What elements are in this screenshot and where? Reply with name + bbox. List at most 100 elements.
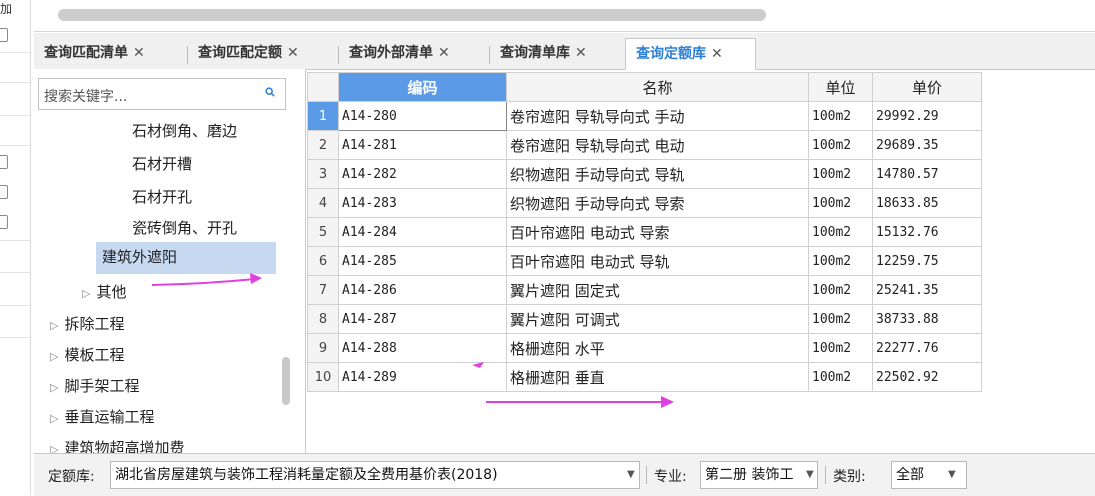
table-row[interactable]: 8 A14-287 翼片遮阳 可调式 100m2 38733.88 [307,304,982,334]
cell-unit[interactable]: 100m2 [808,188,873,218]
tree-item[interactable]: ▷ 脚手架工程 [50,375,139,396]
chevron-down-icon[interactable]: ▼ [627,469,635,480]
cell-unit[interactable]: 100m2 [808,217,873,247]
tab-query-match-quota[interactable]: 查询匹配定额 ✕ [188,38,299,68]
expand-arrow-icon[interactable]: ▷ [50,381,58,394]
expand-arrow-icon[interactable]: ▷ [82,287,90,300]
cell-code[interactable]: A14-285 [338,246,507,276]
cell-name[interactable]: 织物遮阳 手动导向式 导索 [506,188,809,218]
cell-code[interactable]: A14-287 [338,304,507,334]
horizontal-scrollbar[interactable] [58,9,766,21]
column-header-name[interactable]: 名称 [506,72,809,102]
table-row[interactable]: 3 A14-282 织物遮阳 手动导向式 导轨 100m2 14780.57 [307,159,982,189]
chevron-down-icon[interactable]: ▼ [806,469,814,480]
cell-name[interactable]: 织物遮阳 手动导向式 导轨 [506,159,809,189]
major-select[interactable]: 第二册 装饰工 [700,461,818,489]
cell-code[interactable]: A14-289 [338,362,507,392]
expand-arrow-icon[interactable]: ▷ [50,443,58,453]
column-header-price[interactable]: 单价 [872,72,982,102]
table-row[interactable]: 5 A14-284 百叶帘遮阳 电动式 导索 100m2 15132.76 [307,217,982,247]
cell-price[interactable]: 22502.92 [872,362,982,392]
chevron-down-icon[interactable]: ▼ [948,469,956,480]
column-header-code[interactable]: 编码 [338,72,507,102]
expand-arrow-icon[interactable]: ▷ [50,412,58,425]
table-row[interactable]: 1 A14-280 卷帘遮阳 导轨导向式 手动 100m2 29992.29 [307,101,982,131]
tab-query-external-list[interactable]: 查询外部清单 ✕ [339,38,450,68]
table-row[interactable]: 2 A14-281 卷帘遮阳 导轨导向式 电动 100m2 29689.35 [307,130,982,160]
search-icon[interactable] [265,87,275,97]
tree-item[interactable]: ▷ 建筑物超高增加费 [50,437,184,453]
tree-item-label: 石材开孔 [132,188,193,206]
tree-item[interactable]: ▷ 垂直运输工程 [50,406,154,427]
tree-item[interactable]: ▷ 模板工程 [50,344,124,365]
cell-name[interactable]: 卷帘遮阳 导轨导向式 手动 [506,101,809,131]
cell-name[interactable]: 百叶帘遮阳 电动式 导索 [506,217,809,247]
cell-code[interactable]: A14-283 [338,188,507,218]
tree-item-selected[interactable]: 建筑外遮阳 [96,242,276,274]
tree-item[interactable]: ▷ 拆除工程 [50,313,124,334]
cell-name[interactable]: 翼片遮阳 固定式 [506,275,809,305]
tree-item-label: 石材开槽 [132,155,193,173]
table-row[interactable]: 4 A14-283 织物遮阳 手动导向式 导索 100m2 18633.85 [307,188,982,218]
cell-price[interactable]: 12259.75 [872,246,982,276]
cell-unit[interactable]: 100m2 [808,275,873,305]
tree-item[interactable]: 瓷砖倒角、开孔 [132,217,237,238]
close-icon[interactable]: ✕ [133,45,145,61]
cell-price[interactable]: 29689.35 [872,130,982,160]
vertical-scrollbar[interactable] [282,357,290,405]
column-header-unit[interactable]: 单位 [808,72,873,102]
cell-price[interactable]: 18633.85 [872,188,982,218]
tab-query-list-library[interactable]: 查询清单库 ✕ [490,38,587,68]
tab-query-match-list[interactable]: 查询匹配清单 ✕ [34,38,145,68]
cell-name[interactable]: 格栅遮阳 水平 [506,333,809,363]
cell-code[interactable]: A14-280 [338,101,507,131]
close-icon[interactable]: ✕ [711,46,723,62]
expand-arrow-icon[interactable]: ▷ [50,350,58,363]
cell-price[interactable]: 29992.29 [872,101,982,131]
close-icon[interactable]: ✕ [287,45,299,61]
cell-code[interactable]: A14-286 [338,275,507,305]
expand-arrow-icon[interactable]: ▷ [50,319,58,332]
tree-item[interactable]: 石材开孔 [132,186,192,207]
cell-name[interactable]: 卷帘遮阳 导轨导向式 电动 [506,130,809,160]
search-input[interactable]: 搜索关键字... [38,78,286,110]
left-strip-checkbox[interactable] [0,185,8,199]
cell-unit[interactable]: 100m2 [808,362,873,392]
cell-unit[interactable]: 100m2 [808,333,873,363]
tab-query-quota-library[interactable]: 查询定额库 ✕ [625,38,756,70]
cell-code[interactable]: A14-281 [338,130,507,160]
cell-code[interactable]: A14-288 [338,333,507,363]
table-row[interactable]: 9 A14-288 格栅遮阳 水平 100m2 22277.76 [307,333,982,363]
table-row[interactable]: 6 A14-285 百叶帘遮阳 电动式 导轨 100m2 12259.75 [307,246,982,276]
table-row[interactable]: 10 A14-289 格栅遮阳 垂直 100m2 22502.92 [307,362,982,392]
tree-item[interactable]: 石材倒角、磨边 [132,120,237,141]
cell-price[interactable]: 22277.76 [872,333,982,363]
tree-item[interactable]: 石材开槽 [132,153,192,174]
cell-name[interactable]: 百叶帘遮阳 电动式 导轨 [506,246,809,276]
cell-price[interactable]: 14780.57 [872,159,982,189]
left-strip-checkbox[interactable] [0,155,8,169]
cell-name[interactable]: 翼片遮阳 可调式 [506,304,809,334]
cell-unit[interactable]: 100m2 [808,246,873,276]
cell-code[interactable]: A14-282 [338,159,507,189]
filter-separator [825,466,826,484]
cell-price[interactable]: 15132.76 [872,217,982,247]
cell-unit[interactable]: 100m2 [808,304,873,334]
filter-bar: 定额库: 湖北省房屋建筑与装饰工程消耗量定额及全费用基价表(2018) ▼ 专业… [34,453,1095,496]
major-value: 第二册 装饰工 [705,467,794,483]
category-label: 类别: [833,469,866,485]
tree-item[interactable]: ▷ 其他 [82,281,126,302]
cell-unit[interactable]: 100m2 [808,101,873,131]
left-strip-checkbox[interactable] [0,215,8,229]
left-strip-checkbox[interactable] [0,28,8,42]
quota-library-select[interactable]: 湖北省房屋建筑与装饰工程消耗量定额及全费用基价表(2018) [110,461,640,489]
cell-unit[interactable]: 100m2 [808,130,873,160]
cell-price[interactable]: 38733.88 [872,304,982,334]
cell-code[interactable]: A14-284 [338,217,507,247]
table-row[interactable]: 7 A14-286 翼片遮阳 固定式 100m2 25241.35 [307,275,982,305]
close-icon[interactable]: ✕ [438,45,450,61]
close-icon[interactable]: ✕ [575,45,587,61]
cell-price[interactable]: 25241.35 [872,275,982,305]
cell-unit[interactable]: 100m2 [808,159,873,189]
cell-name[interactable]: 格栅遮阳 垂直 [506,362,809,392]
